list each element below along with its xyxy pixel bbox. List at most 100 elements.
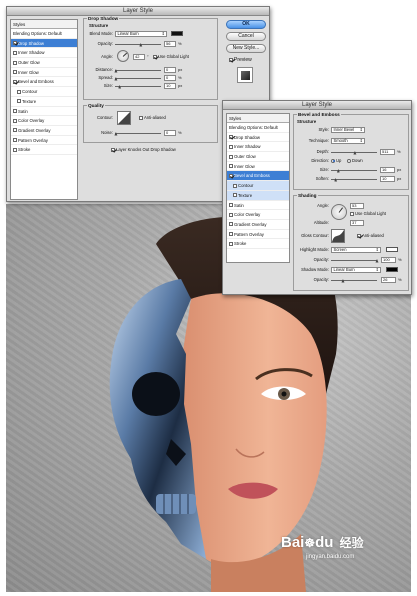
style-item-gradient-overlay[interactable]: Gradient Overlay xyxy=(227,220,289,230)
depth-input[interactable]: 511 xyxy=(380,149,395,155)
style-item-gradient-overlay[interactable]: Gradient Overlay xyxy=(11,126,77,136)
style-item-contour[interactable]: Contour xyxy=(227,181,289,191)
checkbox[interactable] xyxy=(350,211,354,216)
checkbox[interactable] xyxy=(13,50,17,55)
angle-input[interactable]: 42 xyxy=(133,54,145,60)
checkbox[interactable] xyxy=(229,241,233,246)
checkbox[interactable] xyxy=(13,138,17,143)
use-global-light-checkbox[interactable]: Use Global Light xyxy=(153,54,189,60)
style-item-drop-shadow[interactable]: Drop Shadow xyxy=(227,133,289,143)
soften-input[interactable]: 10 xyxy=(380,176,395,182)
style-item-inner-shadow[interactable]: Inner Shadow xyxy=(11,48,77,59)
contour-picker[interactable] xyxy=(117,111,131,125)
anti-aliased-checkbox[interactable]: Anti-aliased xyxy=(357,233,384,239)
bevel-size-slider[interactable] xyxy=(331,167,377,173)
style-item-bevel-emboss[interactable]: Bevel and Emboss xyxy=(227,171,289,182)
distance-input[interactable]: 0 xyxy=(164,67,176,73)
opacity-input[interactable]: 56 xyxy=(164,41,176,47)
checkbox[interactable] xyxy=(111,147,115,152)
checkbox[interactable] xyxy=(229,144,233,149)
highlight-mode-select[interactable]: Screen xyxy=(331,247,381,253)
style-item-inner-glow[interactable]: Inner Glow xyxy=(11,68,77,78)
checkbox[interactable] xyxy=(17,99,21,104)
noise-slider[interactable] xyxy=(114,130,161,136)
ok-button[interactable]: OK xyxy=(226,20,266,29)
style-item-satin[interactable]: Satin xyxy=(227,201,289,211)
blending-options-item[interactable]: Blending Options: Default xyxy=(227,123,289,133)
checkbox[interactable] xyxy=(13,147,17,152)
style-item-outer-glow[interactable]: Outer Glow xyxy=(11,58,77,68)
checkbox[interactable] xyxy=(357,233,361,238)
checkbox[interactable] xyxy=(233,183,237,188)
styles-header[interactable]: Styles xyxy=(11,20,77,29)
style-item-contour[interactable]: Contour xyxy=(11,87,77,97)
checkbox[interactable] xyxy=(229,135,233,140)
checkbox[interactable] xyxy=(233,193,237,198)
style-item-color-overlay[interactable]: Color Overlay xyxy=(11,116,77,126)
cancel-button[interactable]: Cancel xyxy=(226,32,266,41)
style-item-pattern-overlay[interactable]: Pattern Overlay xyxy=(11,136,77,146)
knockout-checkbox[interactable]: Layer Knocks Out Drop Shadow xyxy=(111,147,176,153)
checkbox[interactable] xyxy=(13,60,17,65)
checkbox[interactable] xyxy=(229,222,233,227)
technique-select[interactable]: Smooth xyxy=(331,138,365,144)
radio[interactable] xyxy=(347,158,351,163)
bevel-style-select[interactable]: Inner Bevel xyxy=(331,127,365,133)
checkbox[interactable] xyxy=(229,154,233,159)
shadow-opacity-input[interactable]: 26 xyxy=(381,277,396,283)
checkbox[interactable] xyxy=(13,109,17,113)
checkbox[interactable] xyxy=(13,70,17,75)
direction-up-radio[interactable]: Up xyxy=(331,158,341,164)
style-item-inner-shadow[interactable]: Inner Shadow xyxy=(227,142,289,153)
opacity-slider[interactable] xyxy=(115,41,161,47)
checkbox[interactable] xyxy=(229,173,233,178)
distance-slider[interactable] xyxy=(114,67,161,73)
style-item-texture[interactable]: Texture xyxy=(11,97,77,107)
style-item-stroke[interactable]: Stroke xyxy=(11,145,77,155)
use-global-light-checkbox[interactable]: Use Global Light xyxy=(350,211,386,217)
shadow-color-swatch[interactable] xyxy=(171,31,183,36)
spread-slider[interactable] xyxy=(114,75,161,81)
size-slider[interactable] xyxy=(115,83,161,89)
bevel-size-input[interactable]: 16 xyxy=(380,167,395,173)
depth-slider[interactable] xyxy=(331,149,377,155)
altitude-input[interactable]: 37 xyxy=(350,220,364,226)
checkbox[interactable] xyxy=(17,89,21,94)
style-item-inner-glow[interactable]: Inner Glow xyxy=(227,162,289,172)
preview-checkbox[interactable]: Preview xyxy=(229,57,252,63)
checkbox[interactable] xyxy=(229,164,233,169)
checkbox[interactable] xyxy=(153,54,157,59)
spread-input[interactable]: 0 xyxy=(164,75,176,81)
noise-input[interactable]: 0 xyxy=(164,130,176,136)
blending-options-item[interactable]: Blending Options: Default xyxy=(11,29,77,39)
highlight-color-swatch[interactable] xyxy=(386,247,398,252)
angle-dial[interactable] xyxy=(331,204,347,220)
soften-slider[interactable] xyxy=(331,176,377,182)
checkbox[interactable] xyxy=(229,232,233,237)
style-item-color-overlay[interactable]: Color Overlay xyxy=(227,210,289,220)
checkbox[interactable] xyxy=(229,203,233,207)
blend-mode-select[interactable]: Linear Burn xyxy=(115,31,167,37)
size-input[interactable]: 10 xyxy=(164,83,176,89)
anti-aliased-checkbox[interactable]: Anti-aliased xyxy=(139,115,166,121)
new-style-button[interactable]: New Style... xyxy=(226,44,266,53)
checkbox[interactable] xyxy=(13,79,17,84)
style-item-outer-glow[interactable]: Outer Glow xyxy=(227,152,289,162)
checkbox[interactable] xyxy=(229,57,233,62)
checkbox[interactable] xyxy=(13,41,17,46)
shadow-color-swatch[interactable] xyxy=(386,267,398,272)
checkbox[interactable] xyxy=(13,118,17,123)
shadow-opacity-slider[interactable] xyxy=(331,277,377,283)
direction-down-radio[interactable]: Down xyxy=(347,158,363,164)
style-item-stroke[interactable]: Stroke xyxy=(227,239,289,249)
radio[interactable] xyxy=(331,158,335,163)
highlight-opacity-input[interactable]: 100 xyxy=(381,257,396,263)
shadow-mode-select[interactable]: Linear Burn xyxy=(331,267,381,273)
shading-angle-input[interactable]: 53 xyxy=(350,203,364,209)
checkbox[interactable] xyxy=(13,128,17,133)
style-item-pattern-overlay[interactable]: Pattern Overlay xyxy=(227,230,289,240)
highlight-opacity-slider[interactable] xyxy=(331,257,379,263)
gloss-contour-picker[interactable] xyxy=(331,229,345,243)
style-item-satin[interactable]: Satin xyxy=(11,107,77,117)
angle-dial[interactable] xyxy=(117,50,129,62)
